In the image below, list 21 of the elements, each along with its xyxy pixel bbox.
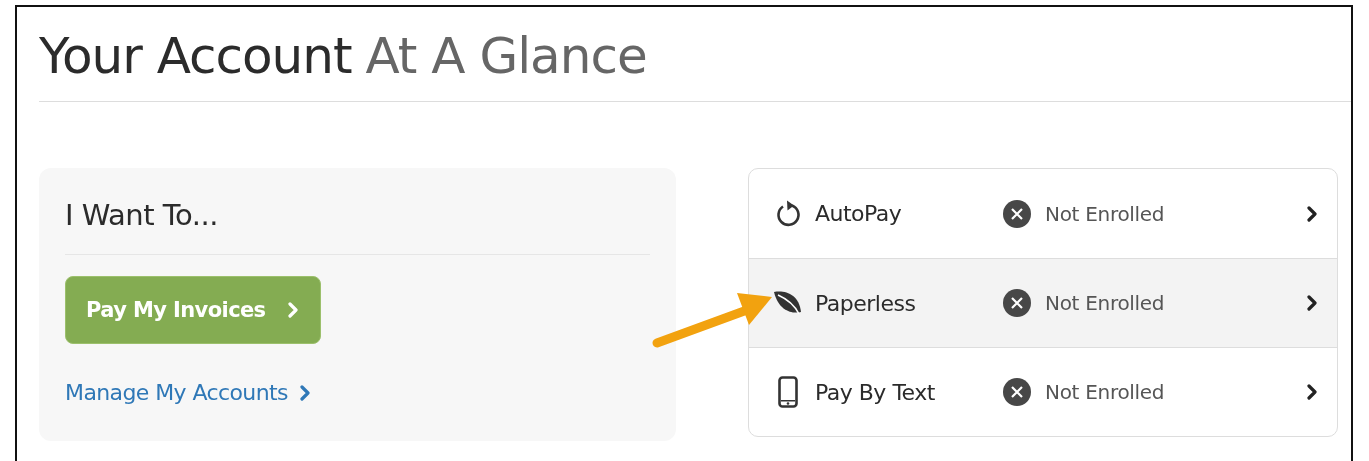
page-title: Your Account xyxy=(39,26,352,87)
service-name: AutoPay xyxy=(815,201,903,226)
enrollment-status: Not Enrolled xyxy=(1045,201,1165,226)
chevron-right-icon xyxy=(1307,384,1317,400)
chevron-right-icon xyxy=(1307,205,1317,222)
chevron-right-icon xyxy=(299,384,310,401)
service-row[interactable]: AutoPay Not Enrolled xyxy=(749,169,1337,258)
service-name: Paperless xyxy=(815,290,917,316)
leaf-icon xyxy=(773,290,803,316)
card-heading: I Want To... xyxy=(65,198,650,255)
manage-accounts-link[interactable]: Manage My Accounts xyxy=(65,380,310,405)
enrollment-status: Not Enrolled xyxy=(1045,291,1165,315)
service-name: Pay By Text xyxy=(815,379,936,405)
chevron-right-icon xyxy=(287,302,298,318)
page-title-accent: At A Glance xyxy=(365,26,647,87)
chevron-right-icon xyxy=(1307,295,1317,311)
service-row[interactable]: Pay By Text Not Enrolled xyxy=(749,347,1337,436)
phone-icon xyxy=(778,376,798,408)
service-row[interactable]: Paperless Not Enrolled xyxy=(749,258,1337,347)
enrollment-status: Not Enrolled xyxy=(1045,380,1165,404)
refresh-icon xyxy=(775,199,801,228)
